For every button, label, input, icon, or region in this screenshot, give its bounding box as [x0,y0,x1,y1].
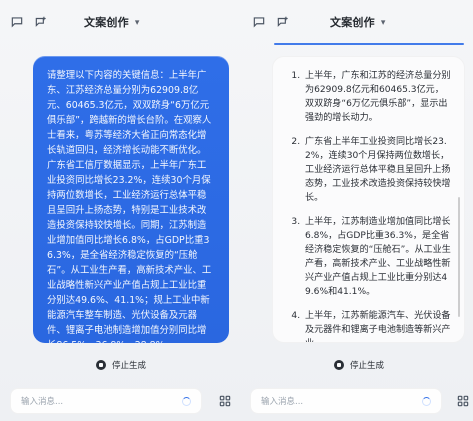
grid-icon [219,395,231,407]
assistant-response-list: 上半年，广东和江苏的经济总量分别为62909.8亿元和60465.3亿元，双双跻… [285,69,452,342]
loading-spinner-icon [182,396,191,406]
right-mode-title: 文案创作 [330,16,375,29]
left-mode-title: 文案创作 [84,16,129,29]
loading-spinner-icon [422,396,431,406]
chat-bubble-icon[interactable] [10,15,24,29]
assistant-response-bubble: 上半年，广东和江苏的经济总量分别为62909.8亿元和60465.3亿元，双双跻… [272,56,465,343]
left-message-input[interactable]: 输入消息... [10,388,202,414]
left-chat-panel: 文案创作 ▾ 请整理以下内容的关键信息：上半年广东、江苏经济总量分别为62909… [0,0,236,421]
left-stop-label: 停止生成 [112,361,147,371]
list-item: 上半年，江苏新能源汽车、光伏设备及元器件和锂离子电池制造等新兴产业 [303,309,452,342]
list-item: 上半年，江苏制造业增加值同比增长6.8%，占GDP比重36.3%，是全省经济稳定… [303,215,452,299]
left-mode-caret-icon: ▾ [134,17,140,28]
left-grid-menu-button[interactable] [218,394,232,408]
right-message-input[interactable]: 输入消息... [250,388,442,414]
right-top-bar: 文案创作 ▾ [238,10,473,34]
response-scrollbar[interactable] [458,197,460,317]
right-mode-selector[interactable]: 文案创作 ▾ [330,14,386,30]
right-input-placeholder: 输入消息... [261,397,304,407]
left-top-bar: 文案创作 ▾ [0,10,236,34]
dual-chat-screen: 文案创作 ▾ 请整理以下内容的关键信息：上半年广东、江苏经济总量分别为62909… [0,0,473,421]
user-message-text: 请整理以下内容的关键信息：上半年广东、江苏经济总量分别为62909.8亿元、60… [47,70,212,343]
list-item: 上半年，广东和江苏的经济总量分别为62909.8亿元和60465.3亿元，双双跻… [303,69,452,125]
right-grid-menu-button[interactable] [456,394,470,408]
stop-icon [96,360,106,370]
chat-new-icon[interactable] [34,15,48,29]
right-progress-line [274,43,464,45]
user-message-bubble: 请整理以下内容的关键信息：上半年广东、江苏经济总量分别为62909.8亿元、60… [33,56,229,343]
list-item: 广东省上半年工业投资同比增长23.2%，连续30个月保持两位数增长，工业经济运行… [303,135,452,205]
left-stop-generating-button[interactable]: 停止生成 [96,356,146,374]
left-mode-selector[interactable]: 文案创作 ▾ [84,14,140,30]
chat-new-icon[interactable] [276,15,290,29]
grid-icon [457,395,469,407]
left-input-placeholder: 输入消息... [21,397,64,407]
right-stop-generating-button[interactable]: 停止生成 [334,356,384,374]
right-mode-caret-icon: ▾ [380,17,386,28]
stop-icon [334,360,344,370]
right-stop-label: 停止生成 [350,361,385,371]
chat-bubble-icon[interactable] [252,15,266,29]
